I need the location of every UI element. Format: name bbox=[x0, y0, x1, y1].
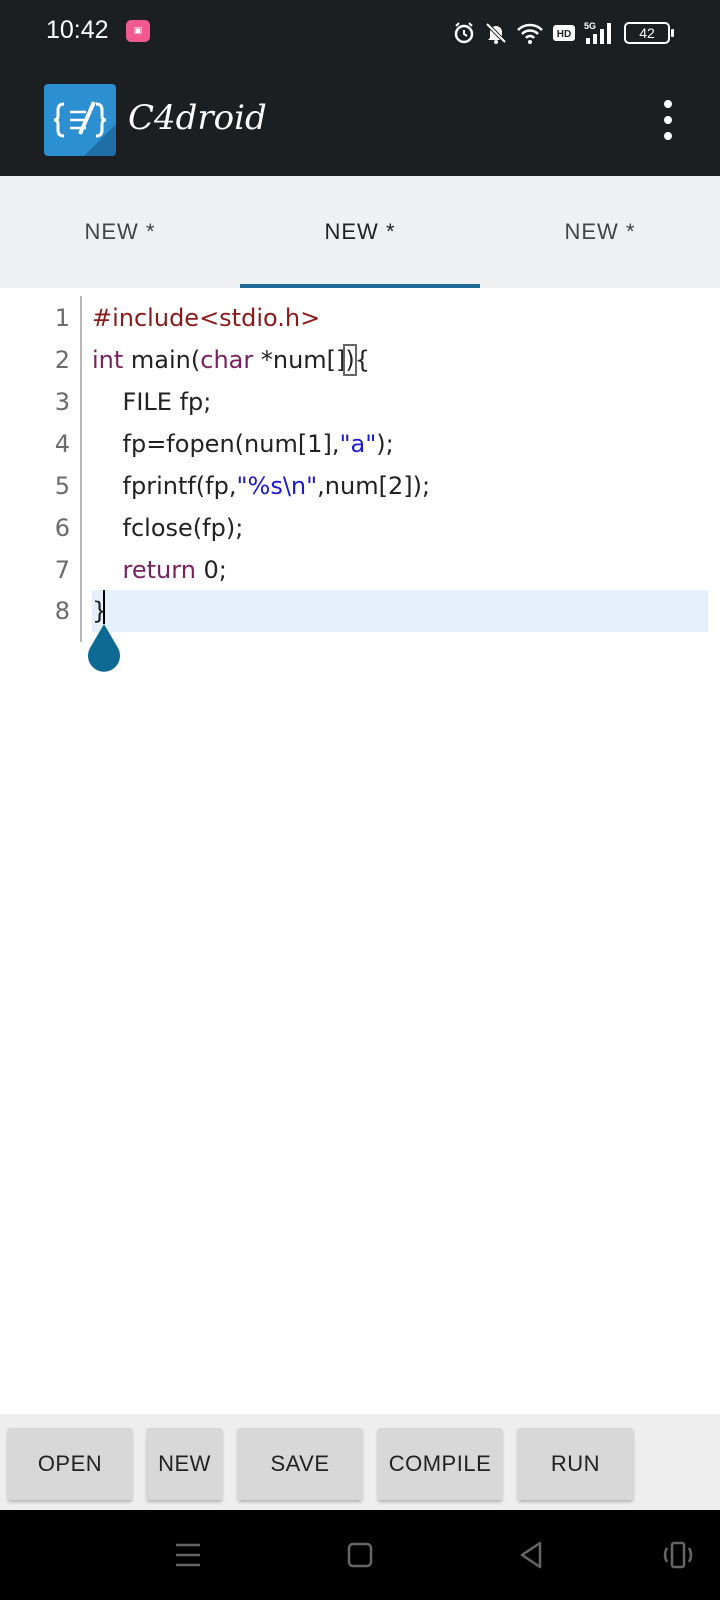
back-icon[interactable] bbox=[518, 1540, 544, 1570]
open-button[interactable]: OPEN bbox=[8, 1428, 132, 1500]
status-bar: 10:42 ▣ HD 5G 42 bbox=[0, 0, 720, 66]
cursor-handle-icon[interactable] bbox=[84, 622, 124, 672]
status-time: 10:42 bbox=[46, 16, 109, 44]
hd-icon: HD bbox=[553, 25, 575, 41]
app-title: C4droid bbox=[128, 98, 267, 138]
run-button[interactable]: RUN bbox=[518, 1428, 633, 1500]
wifi-icon bbox=[517, 23, 543, 44]
compile-button[interactable]: COMPILE bbox=[378, 1428, 502, 1500]
svg-text:HD: HD bbox=[557, 29, 571, 40]
system-nav-bar bbox=[0, 1510, 720, 1600]
rotate-icon[interactable] bbox=[662, 1540, 694, 1570]
code-editor[interactable] bbox=[0, 292, 720, 1414]
gutter-divider bbox=[80, 296, 82, 642]
status-icons: HD 5G 42 bbox=[452, 18, 674, 48]
tab-bar: NEW * NEW * NEW * bbox=[0, 176, 720, 288]
tab-new-3[interactable]: NEW * bbox=[480, 176, 720, 288]
c4droid-logo-icon bbox=[44, 84, 116, 156]
svg-text:5G: 5G bbox=[584, 21, 596, 31]
save-button[interactable]: SAVE bbox=[238, 1428, 362, 1500]
app-bar: C4droid bbox=[0, 66, 720, 176]
notification-app-icon: ▣ bbox=[126, 20, 150, 42]
alarm-icon bbox=[454, 22, 474, 44]
home-icon[interactable] bbox=[347, 1542, 373, 1568]
mute-icon bbox=[485, 22, 507, 44]
tab-new-1[interactable]: NEW * bbox=[0, 176, 240, 288]
menu-icon[interactable] bbox=[174, 1542, 202, 1568]
more-vert-icon[interactable] bbox=[656, 100, 680, 140]
tab-new-2[interactable]: NEW * bbox=[240, 176, 480, 288]
signal-5g-icon: 5G bbox=[584, 21, 611, 44]
bottom-toolbar: OPEN NEW SAVE COMPILE RUN bbox=[0, 1414, 720, 1510]
battery-icon: 42 bbox=[624, 22, 674, 44]
new-button[interactable]: NEW bbox=[147, 1428, 222, 1500]
